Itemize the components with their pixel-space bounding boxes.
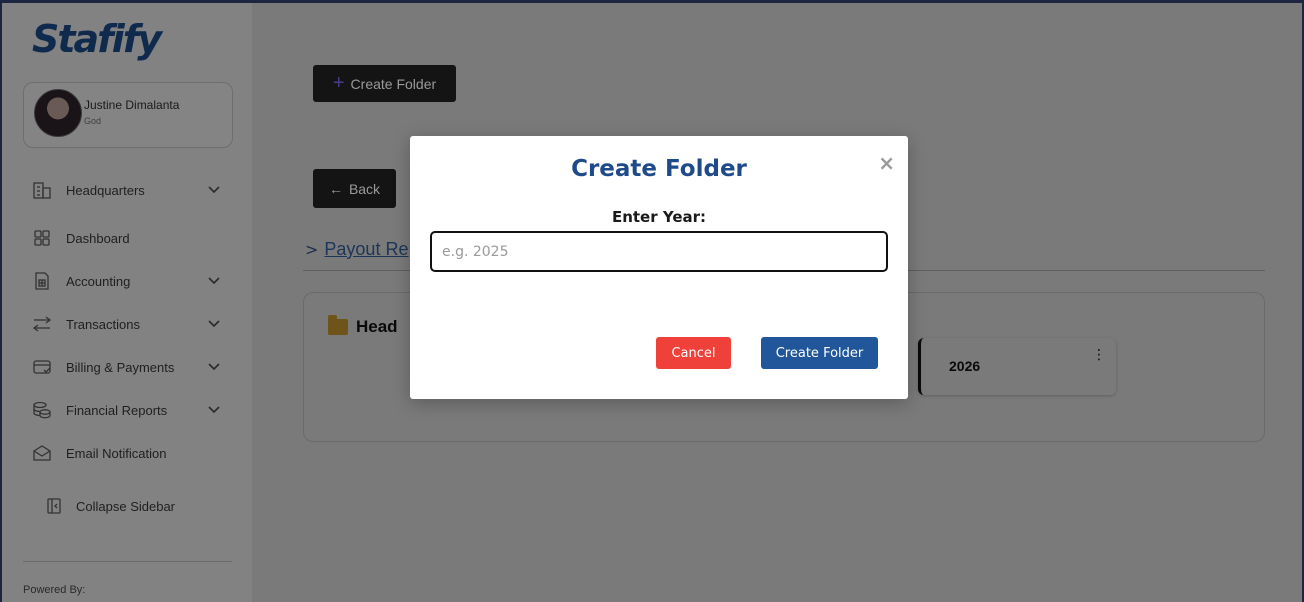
year-field-label: Enter Year: xyxy=(611,208,707,226)
transfer-icon xyxy=(32,314,54,334)
sidebar-item-label: Financial Reports xyxy=(66,402,168,418)
chevron-down-icon[interactable] xyxy=(206,272,222,288)
building-icon xyxy=(32,180,54,200)
sidebar-item-financial-reports[interactable]: Financial Reports xyxy=(32,398,222,422)
year-folder-card[interactable]: 2026 ⋮ xyxy=(918,338,1116,395)
breadcrumb-link[interactable]: Payout Re xyxy=(324,239,408,260)
folder-title: Head xyxy=(356,317,398,336)
collapse-sidebar-label: Collapse Sidebar xyxy=(76,498,176,514)
back-button[interactable]: ← Back xyxy=(313,169,396,208)
sidebar-item-label: Transactions xyxy=(66,316,140,332)
chevron-down-icon[interactable] xyxy=(206,181,222,197)
sidebar-item-label: Billing & Payments xyxy=(66,359,175,375)
create-folder-submit-button[interactable]: Create Folder xyxy=(761,337,878,369)
close-icon[interactable]: × xyxy=(878,153,895,173)
app-logo: Stafify xyxy=(32,17,162,61)
sidebar-item-email-notification[interactable]: Email Notification xyxy=(32,441,222,465)
sidebar-toggle-icon xyxy=(44,496,64,516)
powered-by-text: Powered By: xyxy=(23,584,86,596)
profile-name: Justine Dimalanta xyxy=(84,98,180,112)
back-label: Back xyxy=(348,180,381,197)
breadcrumb: > Payout Re xyxy=(305,239,408,260)
user-profile-card[interactable]: Justine Dimalanta God xyxy=(23,82,233,148)
create-folder-button[interactable]: + Create Folder xyxy=(313,65,456,102)
collapse-sidebar-button[interactable]: Collapse Sidebar xyxy=(44,496,175,516)
sidebar-item-label: Dashboard xyxy=(66,230,130,246)
year-input[interactable] xyxy=(430,231,888,272)
sidebar: Stafify Justine Dimalanta God Headquarte… xyxy=(2,3,252,602)
sidebar-item-transactions[interactable]: Transactions xyxy=(32,312,222,336)
avatar xyxy=(34,89,82,137)
folder-icon xyxy=(328,315,348,335)
chevron-down-icon[interactable] xyxy=(206,401,222,417)
create-folder-modal: Create Folder × Enter Year: Cancel Creat… xyxy=(410,136,908,399)
sidebar-item-label: Headquarters xyxy=(66,182,145,198)
chevron-down-icon[interactable] xyxy=(206,315,222,331)
plus-icon: + xyxy=(332,72,345,94)
chevron-right-icon: > xyxy=(305,240,319,259)
profile-role: God xyxy=(84,116,102,126)
year-folder-label: 2026 xyxy=(949,358,981,374)
modal-title: Create Folder xyxy=(571,156,747,182)
sidebar-item-accounting[interactable]: Accounting xyxy=(32,269,222,293)
sidebar-item-dashboard[interactable]: Dashboard xyxy=(32,226,222,250)
billing-icon xyxy=(32,357,54,377)
create-folder-label: Create Folder xyxy=(350,75,437,92)
arrow-left-icon: ← xyxy=(328,180,343,197)
grid-icon xyxy=(32,228,54,248)
sidebar-item-label: Email Notification xyxy=(66,445,167,461)
chevron-down-icon[interactable] xyxy=(206,358,222,374)
envelope-icon xyxy=(32,443,54,463)
sidebar-item-billing[interactable]: Billing & Payments xyxy=(32,355,222,379)
coins-icon xyxy=(32,400,54,420)
sidebar-divider xyxy=(23,561,232,562)
calculator-icon xyxy=(32,271,54,291)
folder-header: Head xyxy=(328,315,398,337)
cancel-button[interactable]: Cancel xyxy=(656,337,731,369)
kebab-menu-icon[interactable]: ⋮ xyxy=(1092,348,1106,362)
sidebar-item-label: Accounting xyxy=(66,273,131,289)
sidebar-item-headquarters[interactable]: Headquarters xyxy=(32,178,222,202)
